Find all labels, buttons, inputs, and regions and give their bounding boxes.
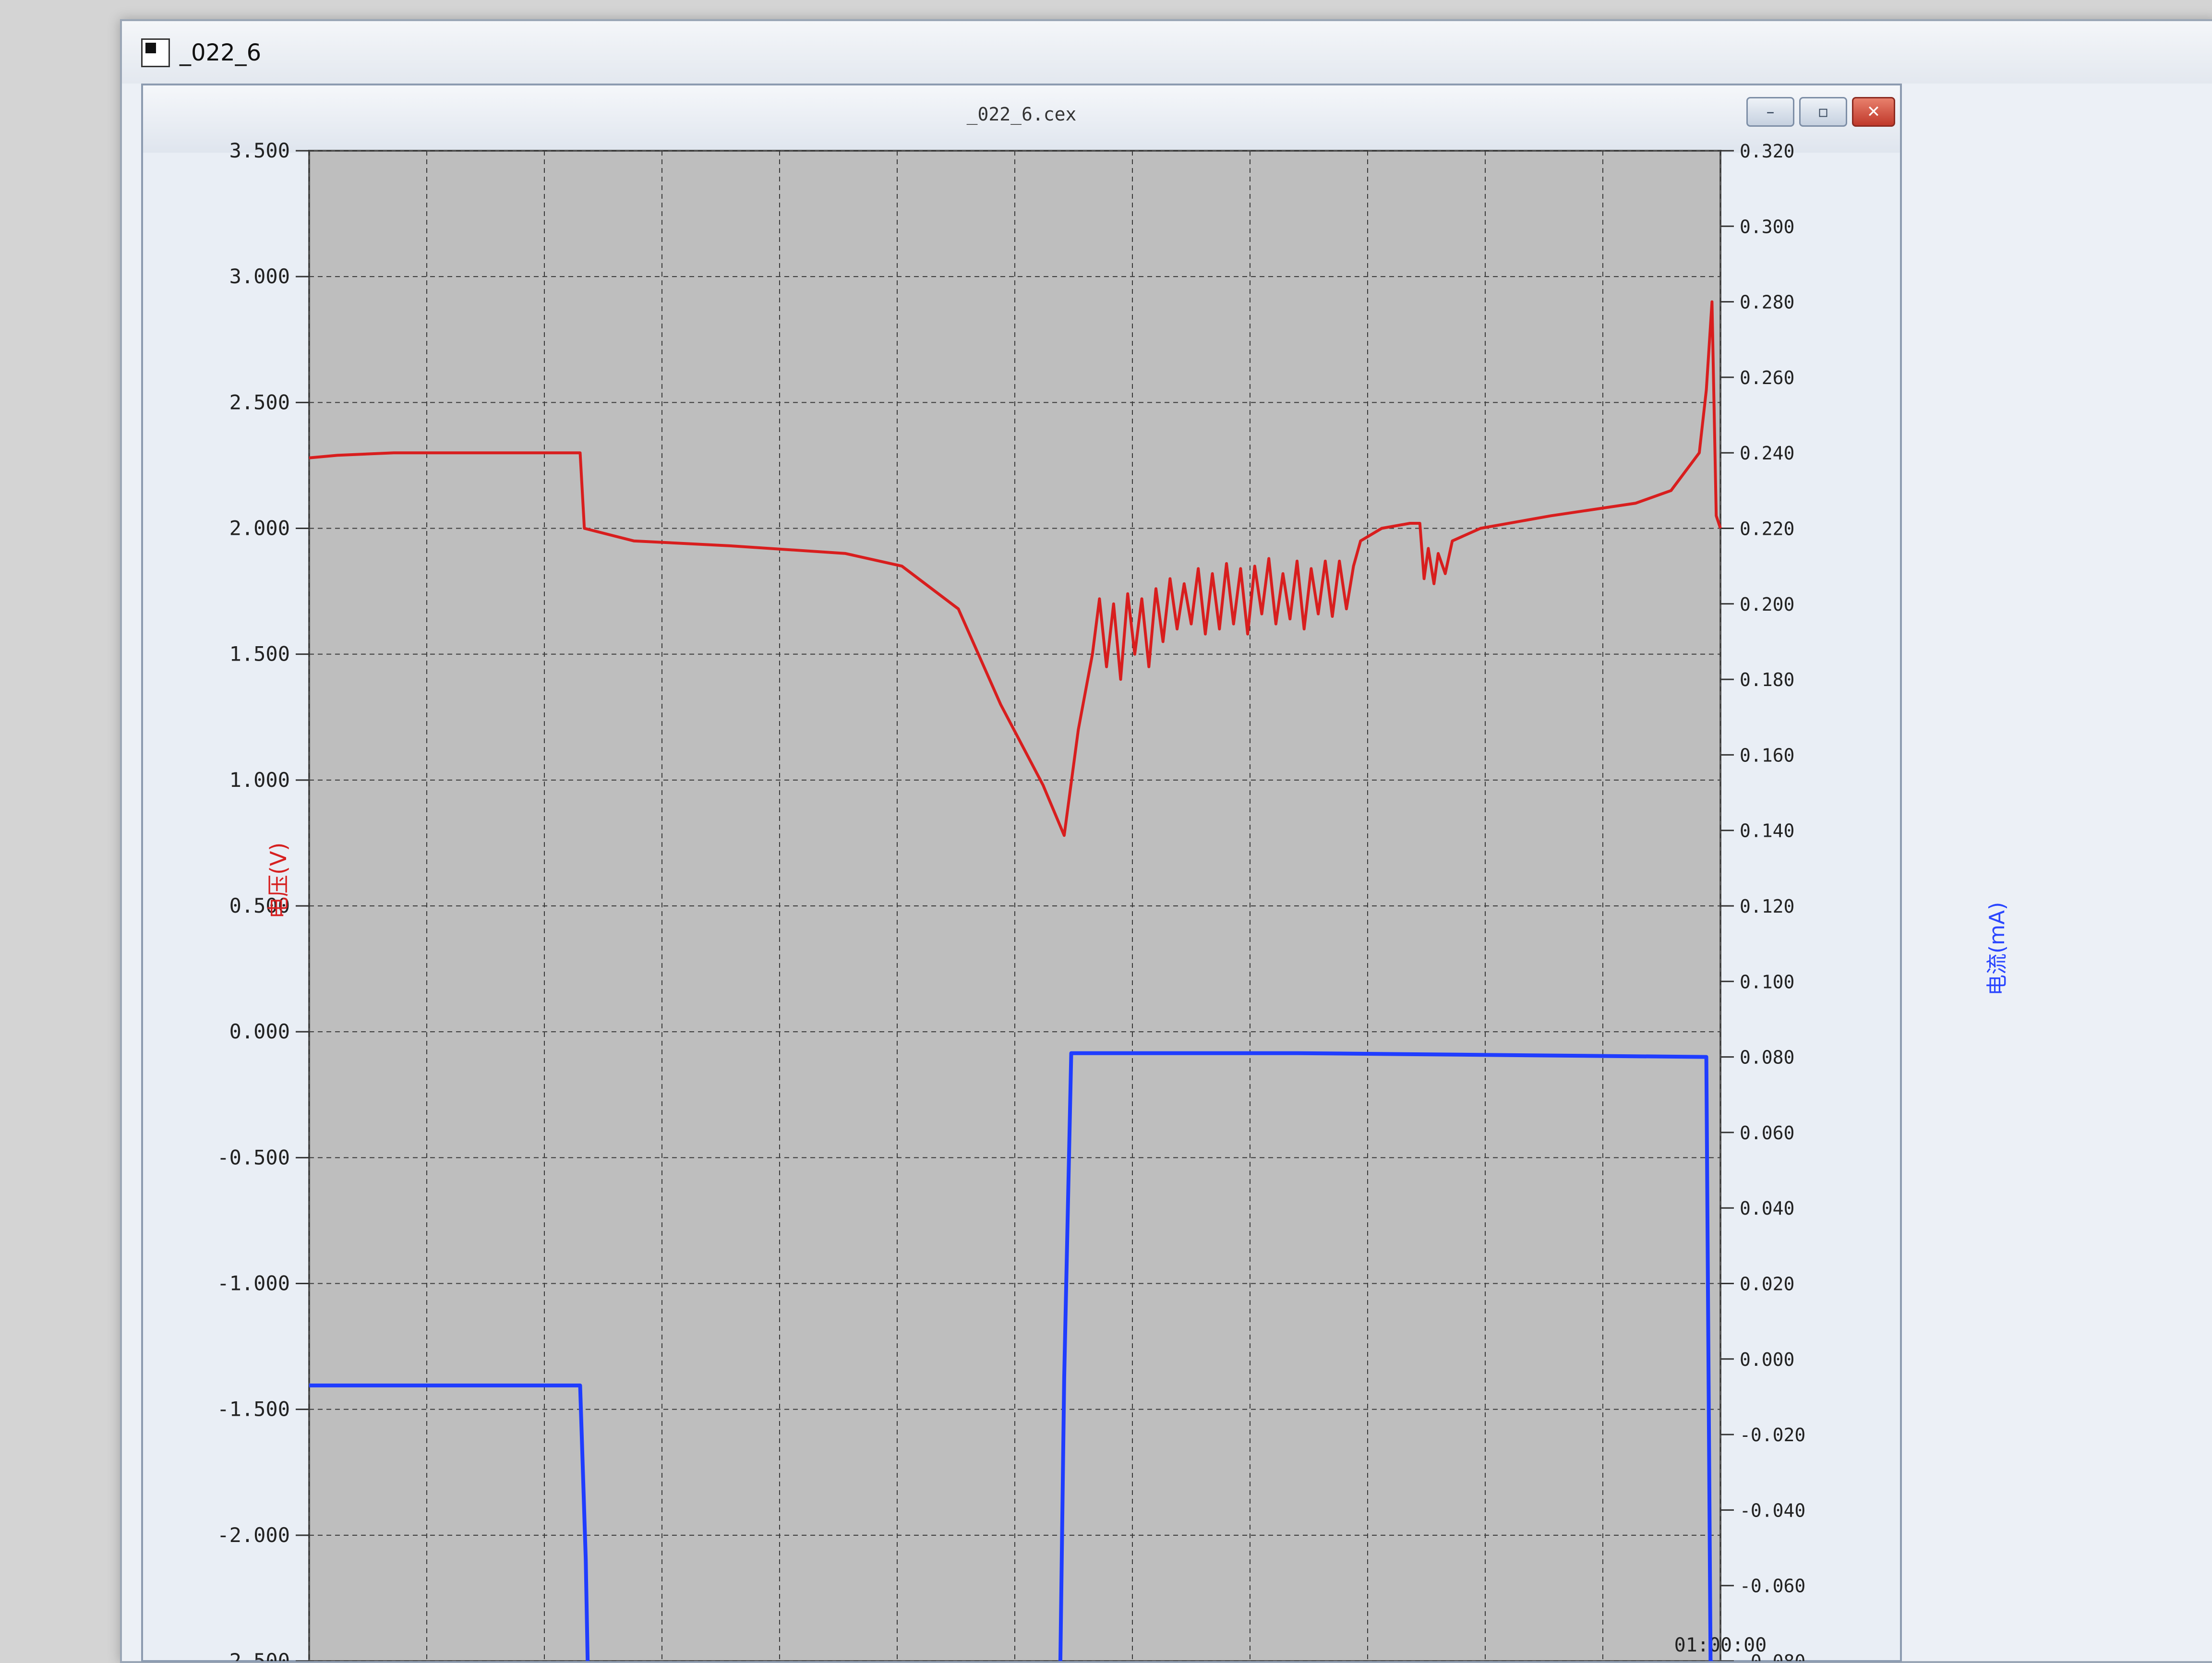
y-left-tick-label: 1.500 (229, 642, 290, 666)
y-left-tick-label: -2.500 (217, 1649, 290, 1661)
y-right-tick-label: -0.060 (1740, 1576, 1805, 1597)
y-right-tick-label: 0.080 (1740, 1047, 1794, 1068)
y-axis-left-label: 电压(V) (265, 842, 291, 919)
y-axis-right-label: 电流(mA) (1985, 902, 2009, 996)
y-right-tick-label: 0.040 (1740, 1198, 1794, 1219)
y-left-tick-label: 2.500 (229, 390, 290, 414)
y-right-tick-label: -0.040 (1740, 1500, 1805, 1521)
y-right-tick-label: 0.220 (1740, 518, 1794, 540)
y-right-tick-label: -0.020 (1740, 1424, 1805, 1446)
y-left-tick-label: -1.500 (217, 1398, 290, 1421)
y-right-tick-label: 0.000 (1740, 1349, 1794, 1370)
y-right-tick-label: 0.300 (1740, 216, 1794, 237)
y-left-tick-label: -0.500 (217, 1145, 290, 1169)
y-left-tick-label: 3.000 (229, 265, 290, 288)
y-left-tick-label: 1.000 (229, 768, 290, 792)
y-left-tick-label: 2.000 (229, 517, 290, 540)
y-right-tick-label: 0.280 (1740, 292, 1794, 313)
chart-canvas: 01:00:003.5003.0002.5002.0001.5001.0000.… (217, 139, 1805, 1661)
y-right-tick-label: 0.200 (1740, 594, 1794, 615)
y-right-tick-label: 0.160 (1740, 745, 1794, 766)
y-right-tick-label: 0.260 (1740, 367, 1794, 388)
y-right-tick-label: 0.180 (1740, 669, 1794, 690)
y-right-tick-label: 0.020 (1740, 1274, 1794, 1295)
y-left-tick-label: 0.000 (229, 1020, 290, 1043)
y-right-tick-label: 0.120 (1740, 896, 1794, 917)
app-window: _022_6 _022_6.cex – ▫ ✕ 01:00:00 3.500 3.0… (120, 19, 2212, 1663)
y-right-tick-label: -0.080 (1740, 1651, 1805, 1661)
y-right-tick-label: 0.240 (1740, 443, 1794, 464)
y-left-tick-label: -1.000 (217, 1272, 290, 1295)
y-left-tick-label: 3.500 (229, 139, 290, 162)
y-left-tick-label: -2.000 (217, 1523, 290, 1547)
y-right-tick-label: 0.140 (1740, 820, 1794, 842)
y-right-tick-label: 0.320 (1740, 141, 1794, 162)
y-right-tick-label: 0.100 (1740, 971, 1794, 992)
y-right-tick-label: 0.060 (1740, 1122, 1794, 1144)
